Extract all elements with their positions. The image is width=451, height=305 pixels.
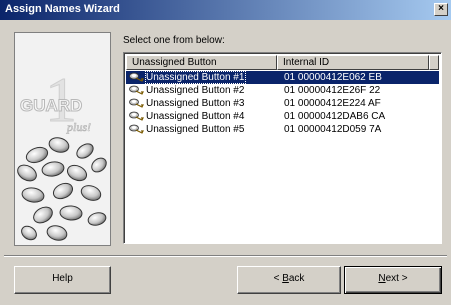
list-row[interactable]: Unassigned Button #2 01 00000412E26F 22 xyxy=(126,84,439,97)
ibutton-key-icon xyxy=(129,98,145,109)
row-button-name: Unassigned Button #5 xyxy=(146,124,245,135)
back-label-rest: ack xyxy=(288,273,305,284)
next-label-accel: N xyxy=(378,273,386,284)
wizard-side-image: 1 GUARD plus! xyxy=(14,32,111,246)
row-button-name: Unassigned Button #4 xyxy=(146,111,245,122)
ibutton-key-icon xyxy=(129,85,145,96)
logo-subtext: plus! xyxy=(66,120,91,134)
logo-text: GUARD xyxy=(20,96,82,115)
next-label-rest: ext > xyxy=(385,273,408,284)
row-internal-id: 01 00000412D059 7A xyxy=(284,124,382,135)
unassigned-buttons-list[interactable]: Unassigned Button Internal ID Unassigned… xyxy=(123,52,442,244)
guard-plus-logo: 1 GUARD plus! xyxy=(15,33,110,245)
list-row[interactable]: Unassigned Button #3 01 00000412E224 AF xyxy=(126,97,439,110)
row-internal-id: 01 00000412E062 EB xyxy=(284,72,382,83)
list-header: Unassigned Button Internal ID xyxy=(126,55,439,70)
row-internal-id: 01 00000412DAB6 CA xyxy=(284,111,386,122)
close-icon: × xyxy=(438,3,444,14)
row-internal-id: 01 00000412E26F 22 xyxy=(284,85,381,96)
back-label-prefix: < xyxy=(273,273,283,284)
close-button[interactable]: × xyxy=(434,3,448,16)
column-header-internal-id[interactable]: Internal ID xyxy=(277,55,429,70)
list-row[interactable]: Unassigned Button #4 01 00000412DAB6 CA xyxy=(126,110,439,123)
back-button[interactable]: < Back xyxy=(237,266,341,294)
back-label-accel: B xyxy=(282,273,289,284)
window-title: Assign Names Wizard xyxy=(5,3,120,15)
instruction-label: Select one from below: xyxy=(123,35,225,46)
next-button[interactable]: Next > xyxy=(344,266,442,294)
separator-line xyxy=(4,255,447,257)
ibutton-key-icon xyxy=(129,72,145,83)
help-button[interactable]: Help xyxy=(14,266,111,294)
row-button-name: Unassigned Button #1 xyxy=(145,71,247,84)
row-button-name: Unassigned Button #2 xyxy=(146,85,245,96)
column-header-filler xyxy=(429,55,439,70)
row-button-name: Unassigned Button #3 xyxy=(146,98,245,109)
ibutton-key-icon xyxy=(129,111,145,122)
ibutton-key-icon xyxy=(129,124,145,135)
row-internal-id: 01 00000412E224 AF xyxy=(284,98,381,109)
list-rows: Unassigned Button #1 01 00000412E062 EB Un… xyxy=(126,71,439,136)
list-row[interactable]: Unassigned Button #5 01 00000412D059 7A xyxy=(126,123,439,136)
title-bar: Assign Names Wizard × xyxy=(0,0,451,20)
column-header-unassigned-button[interactable]: Unassigned Button xyxy=(126,55,277,70)
list-row[interactable]: Unassigned Button #1 01 00000412E062 EB xyxy=(126,71,439,84)
